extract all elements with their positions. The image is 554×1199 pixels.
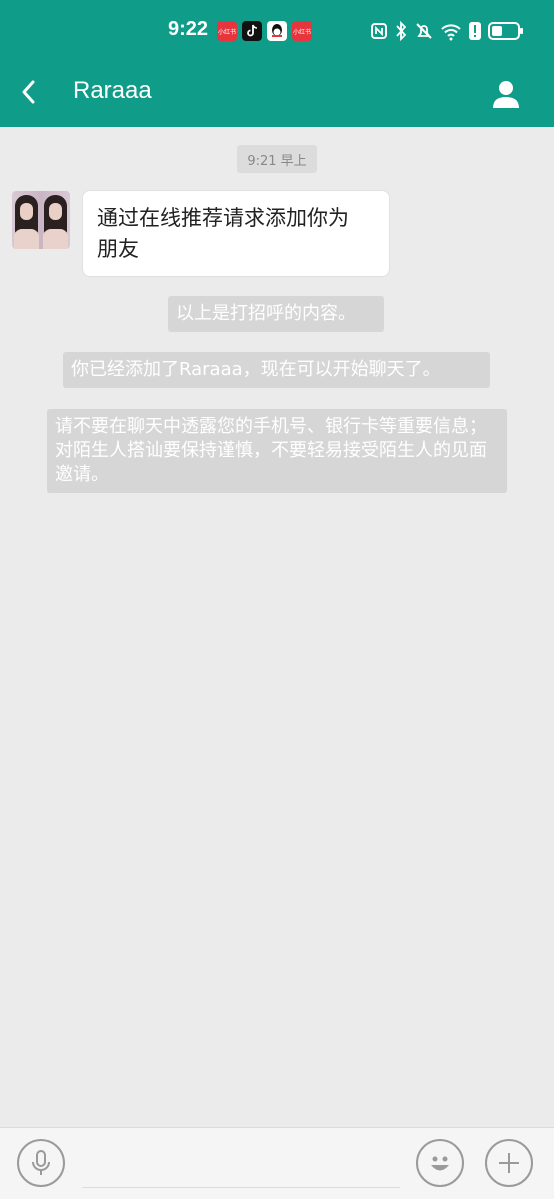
status-time: 9:22: [168, 18, 209, 40]
smiley-icon: [431, 1156, 449, 1171]
microphone-icon: [32, 1150, 50, 1175]
message-line-1: 通过在线推荐请求添加你为: [97, 206, 349, 230]
avatar[interactable]: [12, 191, 70, 249]
system-message-added: 你已经添加了Raraaa，现在可以开始聊天了。: [63, 352, 490, 388]
xiaohongshu-icon: 小红书: [217, 21, 237, 41]
battery-icon: [488, 22, 523, 40]
emoji-button[interactable]: [416, 1139, 464, 1187]
xiaohongshu-icon-2: 小红书: [292, 21, 312, 41]
profile-button[interactable]: [484, 72, 528, 116]
plus-icon: [499, 1153, 519, 1173]
mute-icon: [416, 23, 432, 39]
qq-icon: [267, 21, 287, 41]
system-message-safety-warning: 请不要在聊天中透露您的手机号、银行卡等重要信息；对陌生人搭讪要保持谨慎，不要轻易…: [47, 409, 507, 493]
nav-bar: Raraaa: [0, 62, 554, 127]
tiktok-icon: [242, 21, 262, 41]
voice-button[interactable]: [17, 1139, 65, 1187]
back-button[interactable]: [10, 72, 46, 112]
more-button[interactable]: [485, 1139, 533, 1187]
chat-area[interactable]: 9:21 早上 通过在线推荐请求添加你为 朋友 以上是打招呼的内容。 你已经添加…: [0, 127, 554, 1127]
input-bar: [0, 1127, 554, 1199]
app-header: 9:22 小红书 小红书 Raraaa: [0, 0, 554, 127]
bluetooth-icon: [396, 21, 407, 41]
message-input[interactable]: [82, 1138, 400, 1188]
incoming-message-bubble[interactable]: 通过在线推荐请求添加你为 朋友: [82, 190, 390, 277]
alert-icon: [469, 22, 481, 40]
message-timestamp: 9:21 早上: [237, 145, 317, 173]
message-line-2: 朋友: [97, 237, 139, 261]
system-icons: [370, 19, 524, 43]
wifi-icon: [441, 24, 461, 41]
system-message-greeting: 以上是打招呼的内容。: [168, 296, 384, 332]
back-arrow-icon: [22, 80, 35, 104]
person-icon: [493, 81, 519, 108]
status-bar: 9:22 小红书 小红书: [0, 0, 554, 62]
nfc-icon: [371, 23, 387, 39]
chat-title: Raraaa: [73, 77, 152, 104]
